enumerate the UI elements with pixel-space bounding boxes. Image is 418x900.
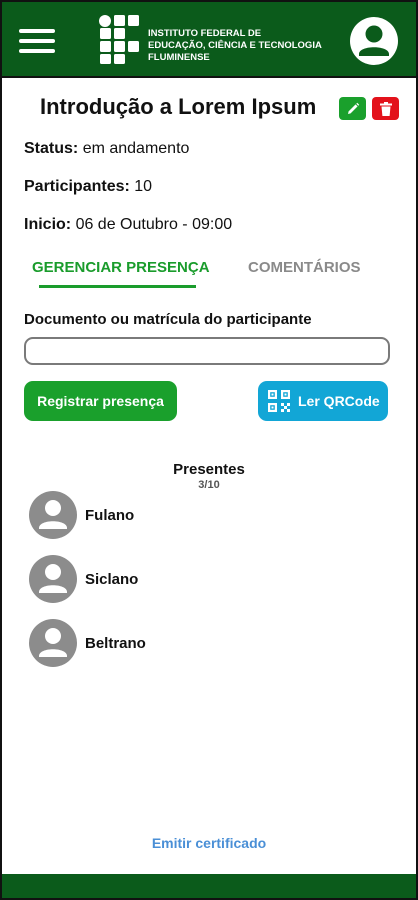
- bottom-bar: [2, 874, 416, 898]
- active-tab-indicator: [39, 285, 196, 288]
- event-title: Introdução a Lorem Ipsum: [40, 94, 317, 119]
- participant-name: Fulano: [85, 506, 135, 524]
- present-title: Presentes: [173, 461, 245, 478]
- status-label: Status:: [24, 140, 79, 157]
- app-screen: INSTITUTO FEDERAL DE EDUCAÇÃO, CIÊNCIA E…: [0, 0, 418, 900]
- start-line: Inicio: 06 de Outubro - 09:00: [24, 216, 232, 234]
- participant-name: Siclano: [85, 570, 139, 588]
- participant-item[interactable]: Siclano: [29, 555, 229, 603]
- start-value: 06 de Outubro - 09:00: [75, 216, 233, 233]
- edit-button[interactable]: [339, 97, 366, 120]
- read-qrcode-button[interactable]: Ler QRCode: [258, 381, 388, 421]
- status-line: Status: em andamento: [24, 140, 189, 158]
- ifflu-logo: INSTITUTO FEDERAL DE EDUCAÇÃO, CIÊNCIA E…: [98, 14, 328, 66]
- status-value: em andamento: [82, 140, 190, 157]
- top-bar: INSTITUTO FEDERAL DE EDUCAÇÃO, CIÊNCIA E…: [2, 2, 416, 78]
- qrcode-icon: [268, 390, 290, 412]
- register-attendance-button[interactable]: Registrar presença: [24, 381, 177, 421]
- participant-item[interactable]: Fulano: [29, 491, 229, 539]
- tab-comentarios[interactable]: COMENTÁRIOS: [248, 259, 361, 276]
- pencil-icon: [347, 102, 359, 114]
- participant-field-label: Documento ou matrícula do participante: [24, 311, 312, 328]
- participant-name: Beltrano: [85, 634, 146, 652]
- present-count: 3/10: [198, 479, 220, 491]
- logo-line: FLUMINENSE: [148, 52, 210, 63]
- logo-line: INSTITUTO FEDERAL DE: [148, 28, 262, 39]
- participant-avatar-icon: [29, 555, 77, 603]
- participant-document-input[interactable]: [24, 337, 390, 365]
- participants-label: Participantes:: [24, 178, 130, 195]
- logo-line: EDUCAÇÃO, CIÊNCIA E TECNOLOGIA: [148, 40, 322, 51]
- trash-icon: [379, 101, 392, 116]
- hamburger-menu-icon[interactable]: [19, 26, 55, 56]
- qrcode-button-label: Ler QRCode: [298, 393, 380, 409]
- participant-avatar-icon: [29, 491, 77, 539]
- user-avatar-icon[interactable]: [349, 16, 399, 66]
- participant-avatar-icon: [29, 619, 77, 667]
- participants-line: Participantes: 10: [24, 178, 152, 196]
- logo-grid-icon: [99, 15, 139, 64]
- start-label: Inicio:: [24, 216, 72, 233]
- delete-button[interactable]: [372, 97, 399, 120]
- tab-gerenciar-presenca[interactable]: GERENCIAR PRESENÇA: [32, 259, 210, 276]
- participant-item[interactable]: Beltrano: [29, 619, 229, 667]
- issue-certificate-link[interactable]: Emitir certificado: [2, 835, 416, 851]
- logo-text: INSTITUTO FEDERAL DE EDUCAÇÃO, CIÊNCIA E…: [148, 28, 322, 64]
- participants-value: 10: [134, 178, 153, 195]
